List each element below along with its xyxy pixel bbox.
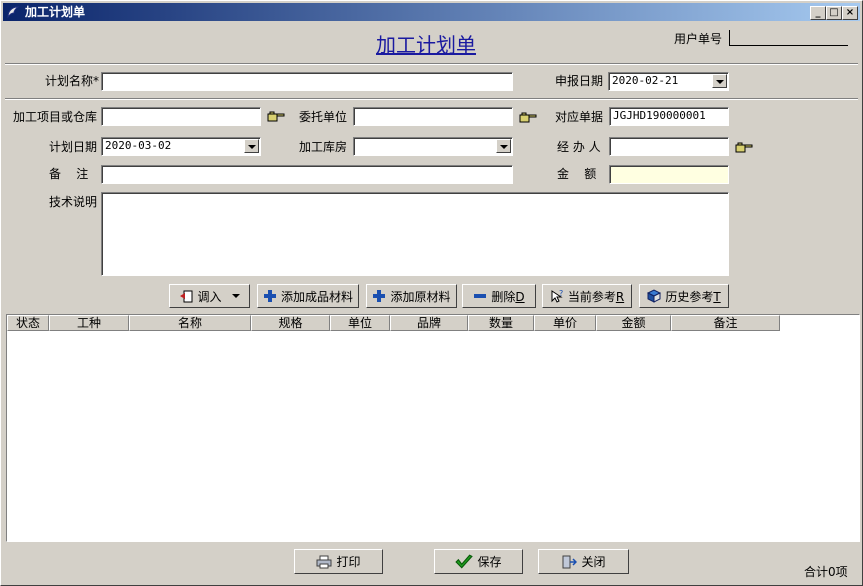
plan-name-label: 计划名称* — [45, 74, 100, 88]
page-title: 加工计划单 — [376, 33, 476, 57]
column-header[interactable]: 单价 — [534, 315, 596, 331]
header-divider — [5, 63, 858, 65]
remark-input[interactable] — [101, 165, 513, 184]
exit-door-icon — [562, 555, 578, 568]
current-reference-label: 当前参考R — [567, 289, 625, 304]
help-icon: ? — [551, 289, 563, 303]
remark-label: 备 注 — [49, 167, 89, 181]
printer-icon — [316, 555, 332, 568]
column-header[interactable]: 品牌 — [390, 315, 468, 331]
total-count: 合计0项 — [804, 565, 848, 579]
minimize-button[interactable]: _ — [810, 6, 826, 20]
add-product-material-label: 添加成品材料 — [280, 289, 353, 304]
save-button[interactable]: 保存 — [434, 549, 523, 574]
column-header[interactable]: 金额 — [596, 315, 671, 331]
entrust-label: 委托单位 — [299, 110, 348, 124]
add-raw-material-button[interactable]: 添加原材料 — [366, 284, 457, 308]
print-button[interactable]: 打印 — [294, 549, 383, 574]
book-icon — [647, 289, 662, 303]
handler-input[interactable] — [609, 137, 729, 156]
close-window-button[interactable]: × — [842, 6, 858, 20]
tech-description-textarea[interactable] — [101, 192, 729, 276]
column-header[interactable]: 数量 — [468, 315, 534, 331]
chevron-down-icon[interactable] — [244, 139, 259, 153]
plan-date-value: 2020-03-02 — [105, 139, 172, 152]
pointing-hand-icon[interactable] — [519, 112, 537, 124]
form-divider — [5, 98, 858, 100]
tech-label: 技术说明 — [49, 195, 98, 209]
column-header[interactable]: 规格 — [251, 315, 330, 331]
column-header[interactable]: 名称 — [129, 315, 251, 331]
entrust-input[interactable] — [353, 107, 513, 126]
report-date-select[interactable]: 2020-02-21 — [608, 72, 729, 91]
import-icon — [180, 290, 193, 303]
user-order-field[interactable] — [729, 30, 848, 46]
plus-icon — [263, 290, 276, 302]
title-bar[interactable]: 加工计划单 _ □ × — [3, 3, 860, 21]
history-reference-label: 历史参考T — [665, 289, 721, 304]
add-product-material-button[interactable]: 添加成品材料 — [257, 284, 359, 308]
window-title: 加工计划单 — [25, 5, 86, 19]
user-order-label: 用户单号 — [674, 32, 723, 46]
current-reference-button[interactable]: ? 当前参考R — [542, 284, 632, 308]
warehouse-label: 加工库房 — [299, 140, 348, 154]
chevron-down-icon[interactable] — [496, 139, 511, 153]
app-icon — [7, 6, 20, 19]
related-doc-label: 对应单据 — [555, 110, 604, 124]
maximize-button[interactable]: □ — [826, 6, 842, 20]
table-header: 状态 工种 名称 规格 单位 品牌 数量 单价 金额 备注 — [7, 315, 780, 331]
close-label: 关闭 — [581, 555, 606, 569]
chevron-down-icon — [231, 294, 240, 298]
column-header[interactable]: 备注 — [671, 315, 780, 331]
add-raw-material-label: 添加原材料 — [390, 289, 451, 304]
chevron-down-icon[interactable] — [712, 74, 727, 88]
items-table[interactable]: 状态 工种 名称 规格 单位 品牌 数量 单价 金额 备注 — [6, 314, 860, 542]
amount-input[interactable] — [609, 165, 729, 184]
warehouse-select[interactable] — [353, 137, 513, 156]
report-date-value: 2020-02-21 — [612, 74, 679, 87]
save-label: 保存 — [477, 555, 502, 569]
column-header[interactable]: 工种 — [49, 315, 129, 331]
history-reference-button[interactable]: 历史参考T — [639, 284, 729, 308]
column-header[interactable]: 状态 — [7, 315, 49, 331]
plan-name-input[interactable] — [101, 72, 513, 91]
plus-icon — [373, 290, 386, 302]
handler-label: 经 办 人 — [557, 140, 601, 154]
svg-text:?: ? — [559, 289, 563, 298]
plan-date-label: 计划日期 — [49, 140, 98, 154]
project-label: 加工项目或仓库 — [13, 110, 98, 124]
column-header[interactable]: 单位 — [330, 315, 390, 331]
amount-label: 金 额 — [557, 167, 597, 181]
pointing-hand-icon[interactable] — [267, 111, 285, 123]
close-button[interactable]: 关闭 — [538, 549, 629, 574]
report-date-label: 申报日期 — [555, 74, 604, 88]
import-label: 调入 — [197, 289, 222, 304]
import-button[interactable]: 调入 — [169, 284, 250, 308]
window: 加工计划单 _ □ × 加工计划单 用户单号 计划名称* 申报日期 2020-0… — [0, 0, 863, 586]
delete-label: 删除D — [491, 289, 525, 304]
checkmark-icon — [455, 554, 474, 568]
project-input[interactable] — [101, 107, 261, 126]
print-label: 打印 — [336, 555, 361, 569]
pointing-hand-icon[interactable] — [735, 142, 753, 154]
minus-icon — [474, 294, 487, 298]
delete-button[interactable]: 删除D — [462, 284, 536, 308]
related-doc-input[interactable]: JGJHD190000001 — [609, 107, 729, 126]
plan-date-select[interactable]: 2020-03-02 — [101, 137, 261, 156]
